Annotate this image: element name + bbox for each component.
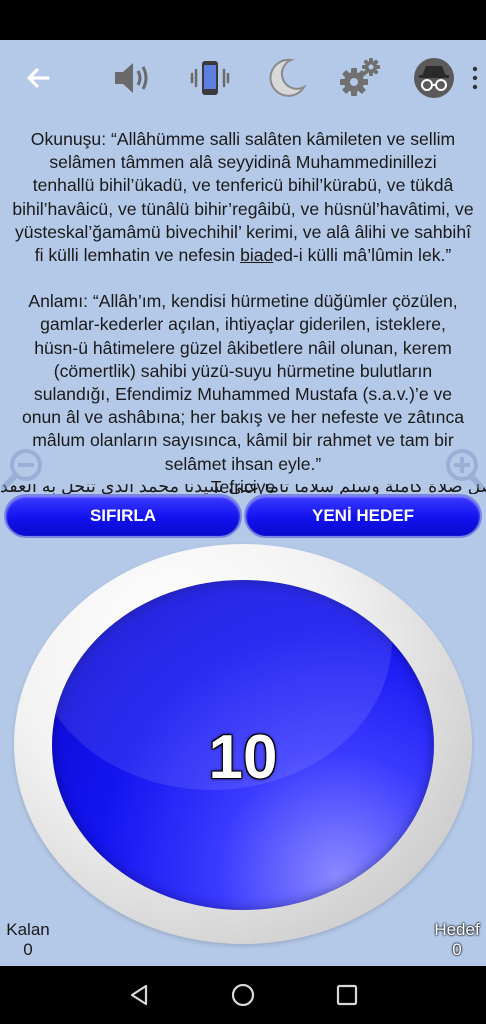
anlami-line: Anlamı: “Allâh’ım, kendisi hürmetine düğ… bbox=[28, 291, 458, 312]
okunusu-line: bihil’havâicü, ve tünâlü bihir’regâibü, … bbox=[12, 198, 474, 219]
vibrate-icon[interactable] bbox=[182, 50, 238, 106]
volume-icon[interactable] bbox=[106, 50, 162, 106]
okunusu-line: yüsteskal’ğamâmü bivechihil’ kerimi, ve … bbox=[14, 221, 471, 242]
remaining-stat: Kalan 0 bbox=[4, 920, 52, 960]
back-arrow-icon[interactable] bbox=[10, 50, 66, 106]
status-bar bbox=[0, 0, 486, 40]
zoom-out-icon[interactable] bbox=[0, 447, 46, 493]
nav-home-icon[interactable] bbox=[228, 980, 258, 1010]
target-stat: Hedef 0 bbox=[430, 920, 484, 960]
nav-back-icon[interactable] bbox=[124, 980, 154, 1010]
anlami-line: onun âl ve ashâbına; her bakış ve her ne… bbox=[21, 407, 465, 428]
count-value: 10 bbox=[208, 722, 278, 792]
anlami-line: gamlar-kederler açılan, ihtiyaçlar gider… bbox=[40, 314, 446, 335]
anlami-line: mâlum olanların sayısınca, kâmil bir rah… bbox=[32, 430, 454, 451]
okunusu-line: Okunuşu: “Allâhümme salli salâten kâmile… bbox=[30, 129, 456, 149]
system-nav-bar bbox=[0, 966, 486, 1024]
prayer-text-area[interactable]: Okunuşu: “Allâhümme salli salâten kâmile… bbox=[0, 118, 486, 494]
remaining-value: 0 bbox=[23, 940, 33, 959]
anlami-line: sulandığı, Efendimiz Muhammed Mustafa (s… bbox=[33, 384, 453, 405]
settings-icon[interactable] bbox=[332, 50, 388, 106]
okunusu-line: selâmen tâmmen alâ seyyidinâ Muhammedini… bbox=[49, 152, 437, 173]
overflow-menu-icon[interactable] bbox=[469, 64, 481, 94]
target-value: 0 bbox=[452, 940, 462, 959]
new-target-button[interactable]: YENİ HEDEF bbox=[244, 494, 482, 538]
anlami-line: selâmet ihsan eyle.” bbox=[164, 453, 322, 474]
target-label: Hedef bbox=[434, 920, 480, 939]
reset-button[interactable]: SIFIRLA bbox=[4, 494, 242, 538]
remaining-label: Kalan bbox=[6, 920, 50, 939]
night-mode-icon[interactable] bbox=[258, 50, 314, 106]
nav-recents-icon[interactable] bbox=[332, 980, 362, 1010]
incognito-icon[interactable] bbox=[406, 50, 462, 106]
prayer-text: Okunuşu: “Allâhümme salli salâten kâmile… bbox=[0, 118, 486, 494]
toolbar bbox=[0, 40, 486, 118]
action-buttons: SIFIRLA YENİ HEDEF bbox=[0, 494, 486, 538]
anlami-line: hüsn-ü hâtimelere güzel âkibetlere nâil … bbox=[34, 337, 452, 358]
arabic-text-partial: اللهم صل صلاة كاملة وسلم سلاما تاما على … bbox=[0, 484, 486, 494]
okunusu-line: tenhallü bihil’ükadü, ve tenfericü bihil… bbox=[32, 175, 454, 196]
counter-button[interactable]: 10 bbox=[14, 544, 472, 944]
zoom-in-icon[interactable] bbox=[438, 447, 484, 493]
anlami-line: (cömertlik) sahibi yüzü-suyu hürmetine b… bbox=[53, 360, 433, 381]
okunusu-last-line: fi külli lemhatin ve nefesin biaded-i kü… bbox=[34, 245, 452, 266]
